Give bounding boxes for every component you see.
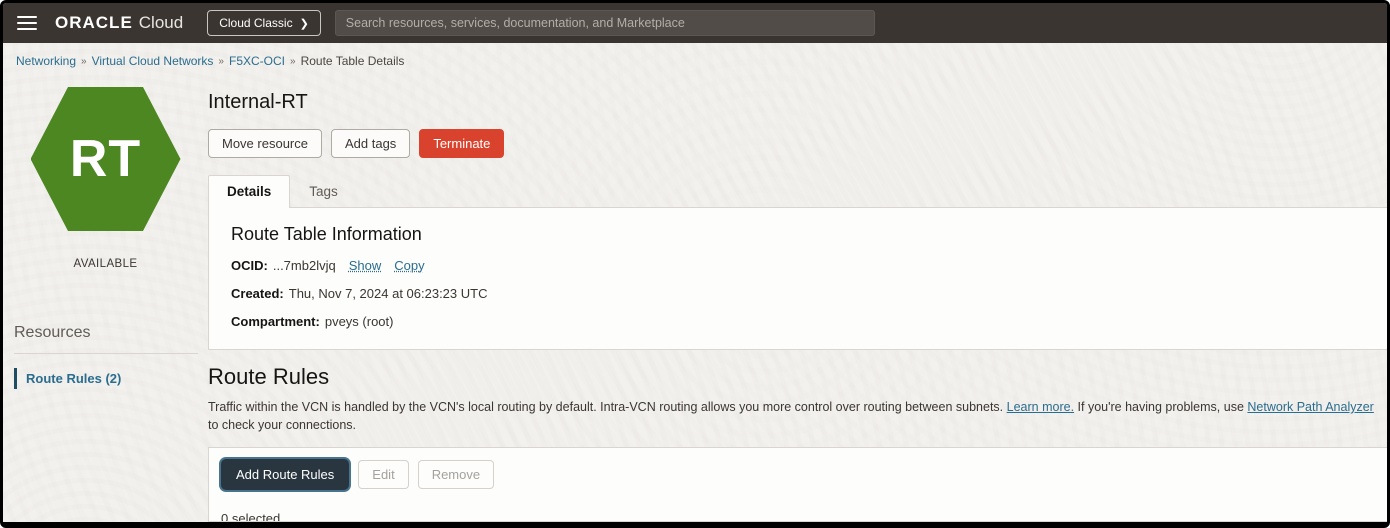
ocid-show-link[interactable]: Show [349, 258, 382, 273]
move-resource-button[interactable]: Move resource [208, 129, 322, 158]
breadcrumb-link-networking[interactable]: Networking [16, 54, 76, 68]
route-table-icon: RT [31, 84, 181, 234]
description-text-2: If you're having problems, use [1078, 400, 1244, 414]
tab-details[interactable]: Details [208, 175, 290, 208]
route-rules-description: Traffic within the VCN is handled by the… [208, 399, 1387, 434]
compartment-row: Compartment: pveys (root) [231, 314, 1387, 329]
topbar: ORACLE Cloud Cloud Classic ❯ [3, 3, 1387, 43]
route-rules-card: Add Route Rules Edit Remove [208, 447, 1387, 522]
route-table-icon-label: RT [70, 129, 141, 189]
selection-count: 0 selected [209, 501, 1387, 522]
breadcrumb-link-f5xc-oci[interactable]: F5XC-OCI [229, 54, 285, 68]
breadcrumb-separator: » [81, 56, 87, 67]
app-window: ORACLE Cloud Cloud Classic ❯ Networking … [0, 0, 1390, 528]
breadcrumb-separator: » [290, 56, 296, 67]
network-path-analyzer-link[interactable]: Network Path Analyzer [1247, 400, 1373, 414]
route-table-information-heading: Route Table Information [231, 224, 1387, 245]
breadcrumb-separator: » [218, 56, 224, 67]
breadcrumb-current: Route Table Details [301, 54, 405, 68]
breadcrumb: Networking » Virtual Cloud Networks » F5… [3, 43, 1387, 76]
description-text-1: Traffic within the VCN is handled by the… [208, 400, 1003, 414]
left-column: RT AVAILABLE Resources Route Rules (2) [3, 76, 208, 522]
ocid-copy-link[interactable]: Copy [394, 258, 424, 273]
add-tags-button[interactable]: Add tags [331, 129, 410, 158]
sidebar-item-route-rules[interactable]: Route Rules (2) [14, 368, 208, 389]
remove-button[interactable]: Remove [418, 460, 494, 489]
resources-divider [14, 353, 198, 354]
route-rules-heading: Route Rules [208, 364, 1387, 390]
ocid-value: ...7mb2lvjq [273, 258, 336, 273]
chevron-right-icon: ❯ [300, 17, 309, 30]
tab-tags[interactable]: Tags [290, 175, 357, 207]
cloud-classic-label: Cloud Classic [219, 16, 292, 30]
oracle-cloud-logo: ORACLE Cloud [55, 13, 183, 33]
resources-heading: Resources [14, 324, 208, 342]
created-label: Created: [231, 286, 284, 301]
content-area: Internal-RT Move resource Add tags Termi… [208, 76, 1387, 522]
page-title: Internal-RT [208, 91, 1387, 114]
search-input[interactable] [335, 10, 875, 36]
menu-icon[interactable] [17, 16, 37, 30]
resource-actions: Move resource Add tags Terminate [208, 129, 1387, 158]
terminate-button[interactable]: Terminate [419, 129, 504, 158]
details-panel: Route Table Information OCID: ...7mb2lvj… [208, 207, 1387, 350]
logo-oracle-text: ORACLE [55, 13, 133, 33]
compartment-value: pveys (root) [325, 314, 394, 329]
description-text-3: to check your connections. [208, 418, 356, 432]
cloud-classic-button[interactable]: Cloud Classic ❯ [207, 10, 321, 36]
created-value: Thu, Nov 7, 2024 at 06:23:23 UTC [289, 286, 488, 301]
logo-cloud-text: Cloud [139, 13, 183, 33]
table-actions: Add Route Rules Edit Remove [209, 448, 1387, 501]
tab-bar: Details Tags [208, 175, 1387, 207]
ocid-label: OCID: [231, 258, 268, 273]
breadcrumb-link-vcn[interactable]: Virtual Cloud Networks [92, 54, 214, 68]
created-row: Created: Thu, Nov 7, 2024 at 06:23:23 UT… [231, 286, 1387, 301]
edit-button[interactable]: Edit [358, 460, 408, 489]
compartment-label: Compartment: [231, 314, 320, 329]
resources-nav: Resources Route Rules (2) [3, 324, 208, 389]
add-route-rules-button[interactable]: Add Route Rules [221, 459, 349, 490]
status-badge: AVAILABLE [74, 258, 138, 270]
ocid-row: OCID: ...7mb2lvjq Show Copy [231, 258, 1387, 273]
learn-more-link[interactable]: Learn more. [1007, 400, 1074, 414]
